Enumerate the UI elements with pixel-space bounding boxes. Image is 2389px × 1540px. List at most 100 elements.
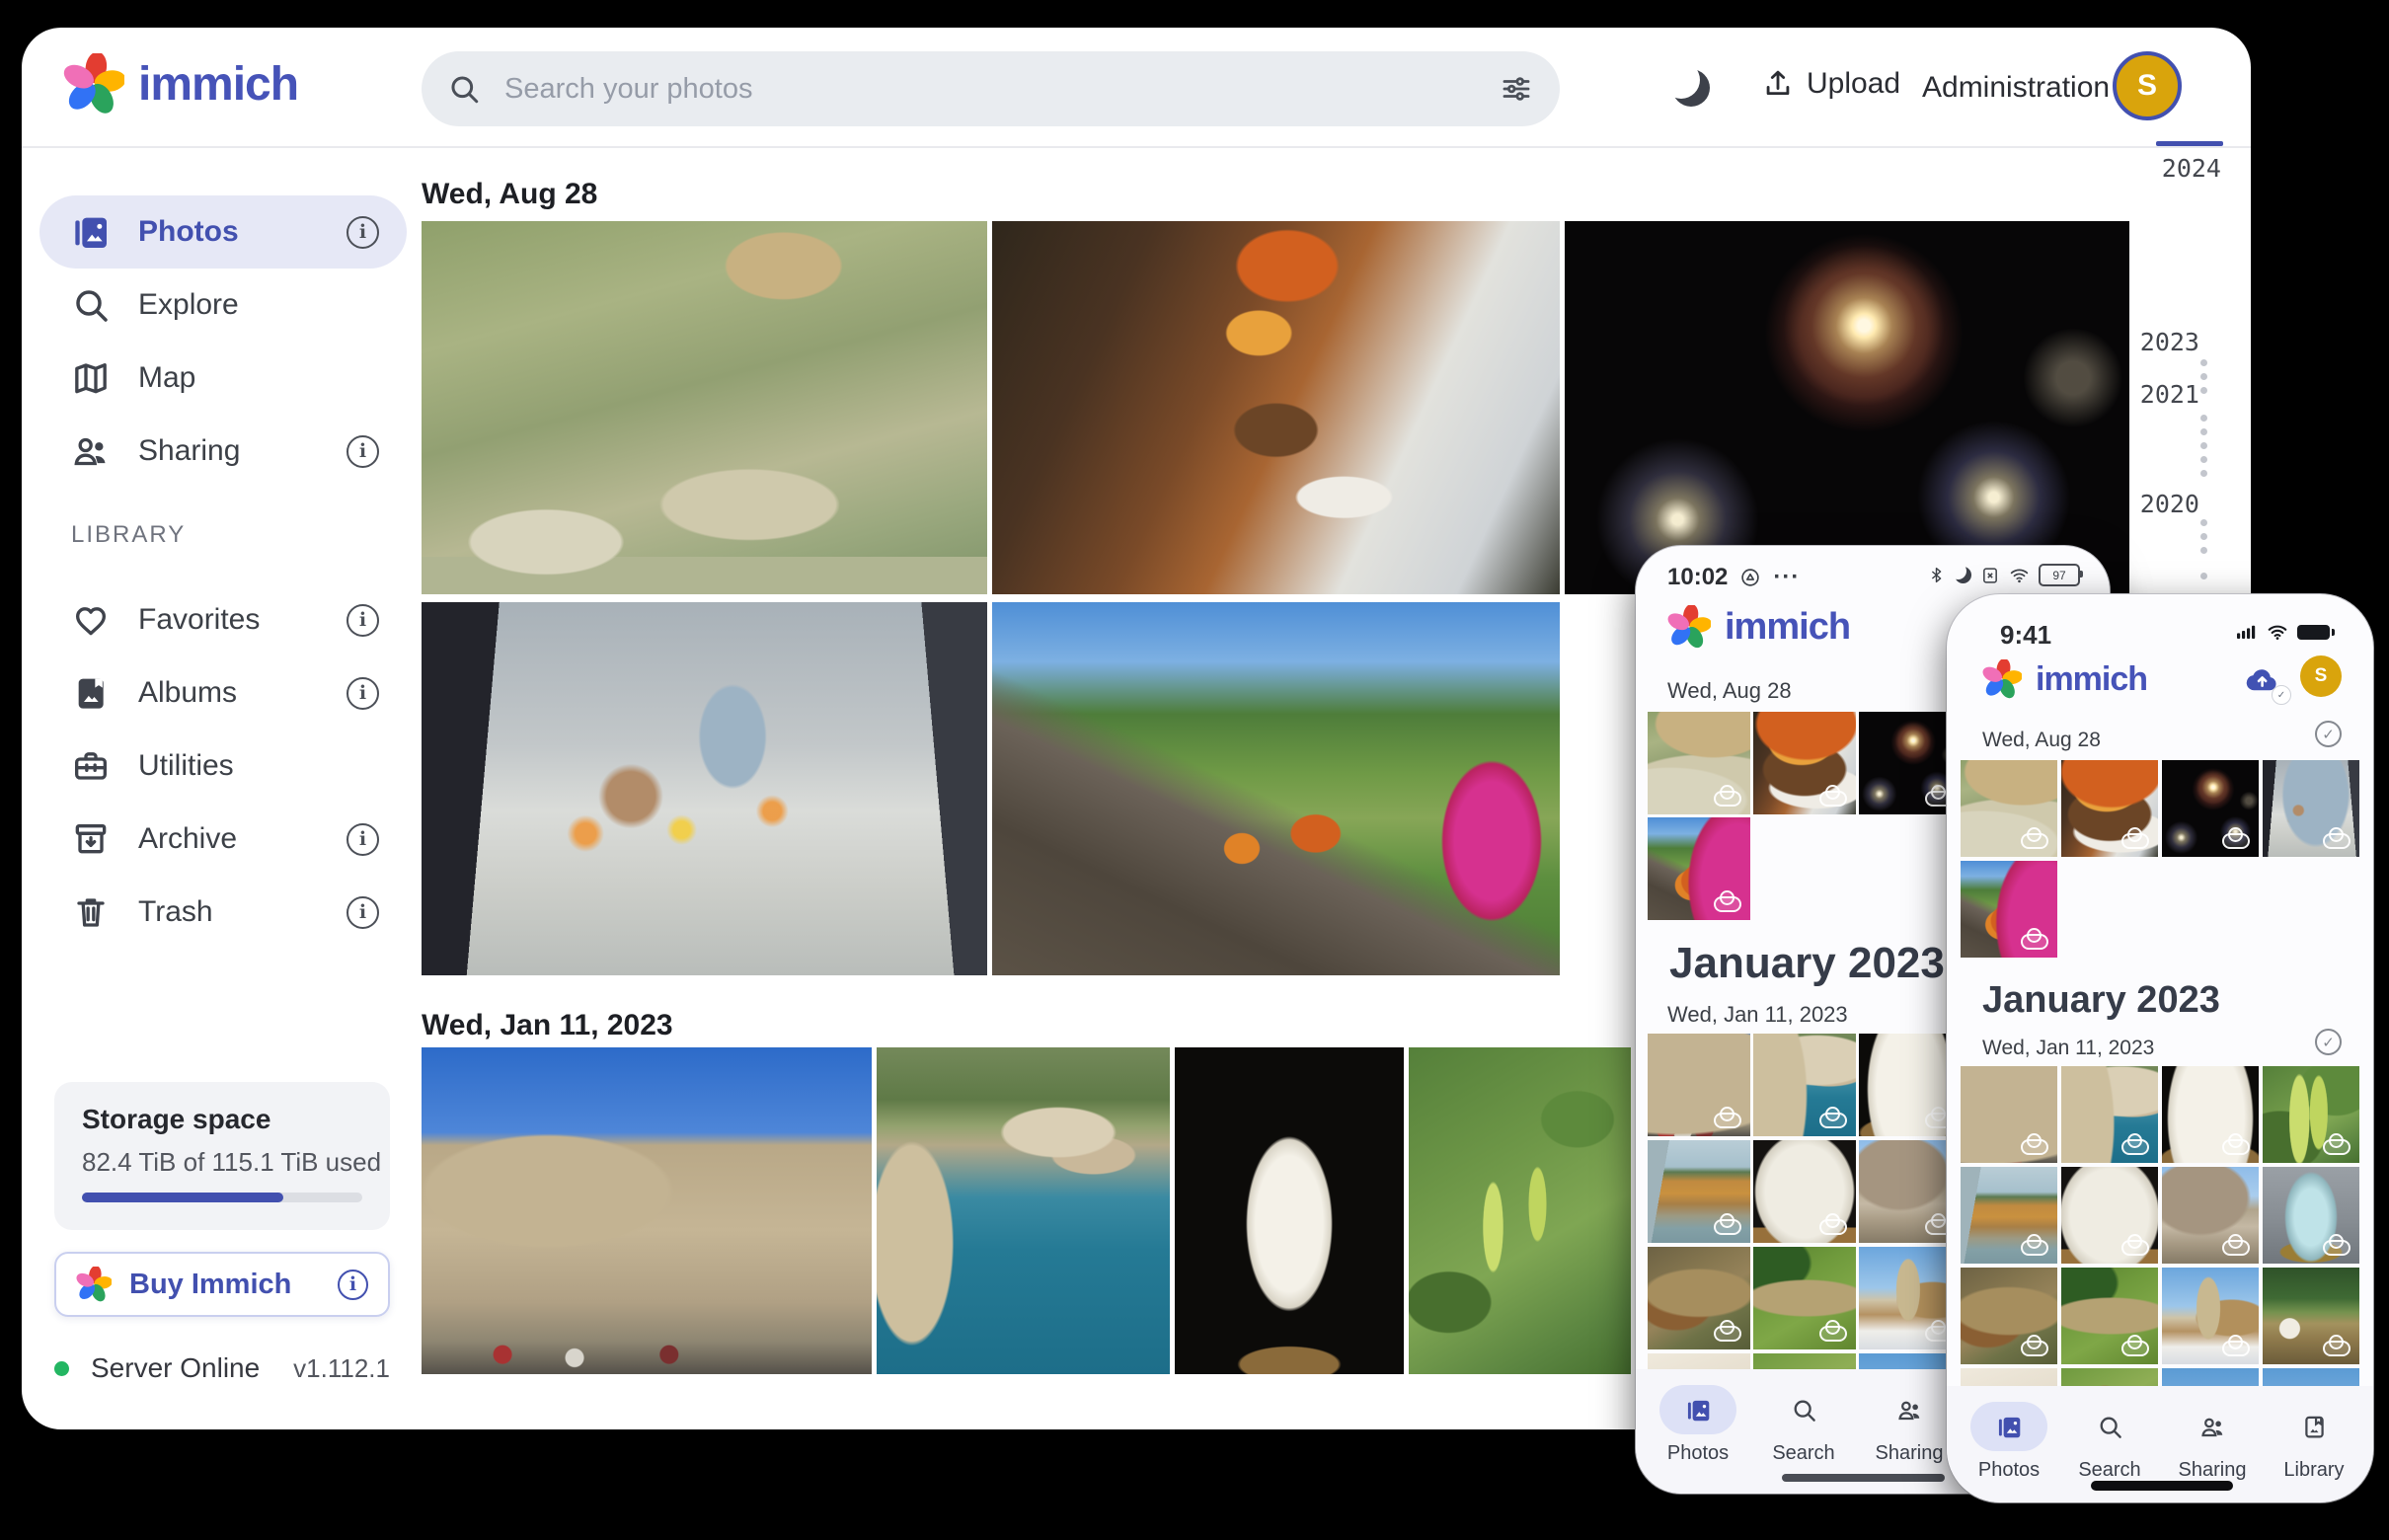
upload-button[interactable]: Upload: [1761, 67, 1900, 101]
photo-marble-bust[interactable]: [1175, 1047, 1404, 1374]
user-avatar[interactable]: S: [2113, 51, 2182, 120]
timeline-year-2020[interactable]: 2020: [2140, 490, 2199, 518]
server-status-label: Server Online: [91, 1352, 260, 1384]
tab-photos[interactable]: Photos: [1962, 1402, 2056, 1482]
photo-fireworks[interactable]: [1565, 221, 2129, 594]
month-header: January 2023: [1982, 979, 2220, 1022]
buy-immich-button[interactable]: Buy Immich: [54, 1252, 390, 1317]
photo-sea-grapes[interactable]: [1409, 1047, 1631, 1374]
photo-beach-cliff[interactable]: [1961, 1167, 2057, 1264]
photo-lizard-moss[interactable]: [2061, 1268, 2158, 1364]
tab-label: Search: [1772, 1442, 1834, 1465]
tab-photos[interactable]: Photos: [1651, 1385, 1745, 1465]
cloud-sync-icon: [2222, 833, 2250, 849]
photo-dinner-table[interactable]: [2061, 760, 2158, 857]
dark-mode-toggle-icon[interactable]: [1672, 69, 1710, 107]
photo-farm-field[interactable]: [2263, 1268, 2359, 1364]
cloud-sync-icon: [2021, 1341, 2048, 1356]
administration-link[interactable]: Administration: [1922, 71, 2110, 105]
tab-sharing[interactable]: Sharing: [1862, 1385, 1957, 1465]
photo-fortress-walls[interactable]: [1961, 1066, 2057, 1163]
photo-dinner-table[interactable]: [1753, 712, 1856, 814]
photo-ornate-trophy[interactable]: [2263, 1167, 2359, 1264]
tab-library[interactable]: Library: [2267, 1402, 2361, 1482]
backup-check-badge: ✓: [2272, 685, 2291, 705]
photo-autumn-path[interactable]: [992, 602, 1560, 975]
search-input[interactable]: [502, 72, 1499, 107]
photo-lizard-moss[interactable]: [1753, 1247, 1856, 1349]
photo-monkeys-forest[interactable]: [1961, 760, 2057, 857]
sidebar-item-label: Sharing: [138, 434, 240, 468]
timeline-year-2024[interactable]: 2024: [2162, 154, 2221, 183]
sidebar-item-utilities[interactable]: Utilities: [39, 730, 407, 803]
search-icon: [2097, 1414, 2123, 1440]
sharing-info-icon[interactable]: [347, 435, 379, 468]
tab-search[interactable]: Search: [1756, 1385, 1851, 1465]
photo-beach-cliff[interactable]: [1648, 1140, 1750, 1243]
sidebar-item-explore[interactable]: Explore: [39, 269, 407, 342]
select-all-icon[interactable]: [2315, 1029, 2342, 1055]
albums-info-icon[interactable]: [347, 677, 379, 710]
logo-text: immich: [2036, 660, 2147, 699]
photo-monkeys-forest[interactable]: [422, 221, 987, 594]
photo-marble-bust[interactable]: [2162, 1066, 2259, 1163]
sidebar-item-archive[interactable]: Archive: [39, 803, 407, 876]
select-all-icon[interactable]: [2315, 721, 2342, 747]
photo-marble-sculpture[interactable]: [2061, 1167, 2158, 1264]
backup-cloud-icon[interactable]: ✓: [2239, 684, 2284, 701]
phone-status-right: 97: [1927, 564, 2080, 586]
sidebar-item-albums[interactable]: Albums: [39, 656, 407, 730]
photo-marble-sculpture[interactable]: [1753, 1140, 1856, 1243]
sim-x-icon: [1980, 566, 2000, 585]
photo-fortress-walls[interactable]: [422, 1047, 872, 1374]
photo-fortress-walls[interactable]: [1648, 1034, 1750, 1136]
photo-monkeys-forest[interactable]: [1648, 712, 1750, 814]
tab-sharing[interactable]: Sharing: [2165, 1402, 2260, 1482]
photo-sea-grapes[interactable]: [2263, 1066, 2359, 1163]
photo-autumn-path[interactable]: [1648, 817, 1750, 920]
status-triangle-icon: [1739, 567, 1761, 588]
photo-holding-hands[interactable]: [2263, 760, 2359, 857]
photo-winter-village[interactable]: [2162, 1268, 2259, 1364]
sidebar-item-photos[interactable]: Photos: [39, 195, 407, 269]
storage-usage-text: 82.4 TiB of 115.1 TiB used: [82, 1147, 381, 1178]
photo-holding-hands[interactable]: [422, 602, 987, 975]
sidebar-item-favorites[interactable]: Favorites: [39, 583, 407, 656]
photo-coastal-town[interactable]: [877, 1047, 1170, 1374]
cloud-sync-icon: [1819, 1219, 1847, 1235]
cloud-sync-icon: [2222, 1240, 2250, 1256]
photo-dinner-table[interactable]: [992, 221, 1560, 594]
avatar-initial: S: [2315, 665, 2328, 687]
favorites-info-icon[interactable]: [347, 604, 379, 637]
photo-coastal-town[interactable]: [1753, 1034, 1856, 1136]
tab-search[interactable]: Search: [2062, 1402, 2157, 1482]
buy-immich-label: Buy Immich: [129, 1269, 291, 1301]
top-bar: immich Upload Administration S: [22, 28, 2251, 148]
photos-icon: [1685, 1397, 1712, 1424]
tab-label: Sharing: [1876, 1442, 1944, 1465]
cloud-sync-icon: [2323, 833, 2350, 849]
trash-icon: [71, 892, 111, 932]
sidebar-item-trash[interactable]: Trash: [39, 876, 407, 949]
timeline-year-2021[interactable]: 2021: [2140, 380, 2199, 409]
signal-icon: [2234, 620, 2258, 644]
sidebar-item-sharing[interactable]: Sharing: [39, 415, 407, 488]
photo-lizard-leaves[interactable]: [1961, 1268, 2057, 1364]
photos-info-icon[interactable]: [347, 216, 379, 249]
photo-lizard-leaves[interactable]: [1648, 1247, 1750, 1349]
search-filter-icon[interactable]: [1499, 71, 1534, 107]
photo-fireworks[interactable]: [2162, 760, 2259, 857]
logo-text: immich: [1725, 606, 1850, 649]
buy-info-icon[interactable]: [338, 1270, 368, 1300]
sidebar-item-map[interactable]: Map: [39, 342, 407, 415]
trash-info-icon[interactable]: [347, 896, 379, 929]
photo-coastal-town[interactable]: [2061, 1066, 2158, 1163]
battery-percent: 97: [2052, 569, 2065, 582]
search-bar[interactable]: [422, 51, 1560, 126]
timeline-year-2023[interactable]: 2023: [2140, 328, 2199, 356]
user-avatar[interactable]: S: [2300, 655, 2342, 697]
archive-info-icon[interactable]: [347, 823, 379, 856]
photo-castle-ruins[interactable]: [2162, 1167, 2259, 1264]
immich-logo[interactable]: immich: [63, 53, 298, 115]
photo-autumn-path[interactable]: [1961, 861, 2057, 958]
